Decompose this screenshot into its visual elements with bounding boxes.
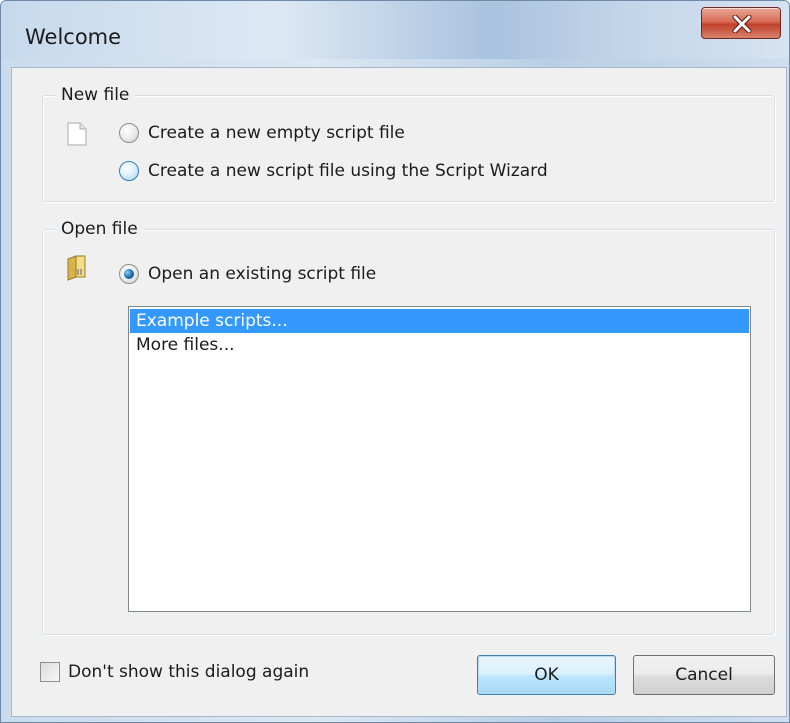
open-file-group: Open file Open an existing script file E… xyxy=(42,218,775,635)
list-item-example-scripts[interactable]: Example scripts... xyxy=(130,309,749,333)
open-existing-script-label: Open an existing script file xyxy=(148,264,377,284)
open-file-group-label: Open file xyxy=(55,218,144,240)
blank-document-icon xyxy=(67,122,87,146)
script-wizard-option[interactable]: Create a new script file using the Scrip… xyxy=(119,158,548,184)
close-button[interactable] xyxy=(701,7,781,39)
dont-show-again-option[interactable]: Don't show this dialog again xyxy=(40,662,309,682)
new-file-group: New file Create a new empty script file … xyxy=(42,84,775,202)
new-empty-script-radio[interactable] xyxy=(119,123,139,143)
new-file-group-label: New file xyxy=(55,84,136,106)
folder-document-icon xyxy=(67,255,86,281)
list-item-more-files[interactable]: More files... xyxy=(130,333,749,357)
dont-show-again-label: Don't show this dialog again xyxy=(68,662,310,682)
ok-button[interactable]: OK xyxy=(477,655,616,695)
script-file-list[interactable]: Example scripts... More files... xyxy=(128,306,751,612)
dialog-content: New file Create a new empty script file … xyxy=(11,67,787,717)
open-existing-script-option[interactable]: Open an existing script file xyxy=(119,261,376,287)
title-bar[interactable]: Welcome xyxy=(1,1,789,59)
open-existing-script-radio[interactable] xyxy=(119,264,139,284)
window-title: Welcome xyxy=(25,25,122,49)
script-wizard-radio[interactable] xyxy=(119,161,139,181)
close-icon xyxy=(732,15,752,33)
new-empty-script-label: Create a new empty script file xyxy=(148,123,405,143)
welcome-dialog: Welcome New file Create a new empty scri… xyxy=(0,0,790,723)
cancel-button[interactable]: Cancel xyxy=(633,655,775,695)
script-wizard-label: Create a new script file using the Scrip… xyxy=(148,161,548,181)
dont-show-again-checkbox[interactable] xyxy=(40,662,60,682)
new-empty-script-option[interactable]: Create a new empty script file xyxy=(119,120,405,146)
